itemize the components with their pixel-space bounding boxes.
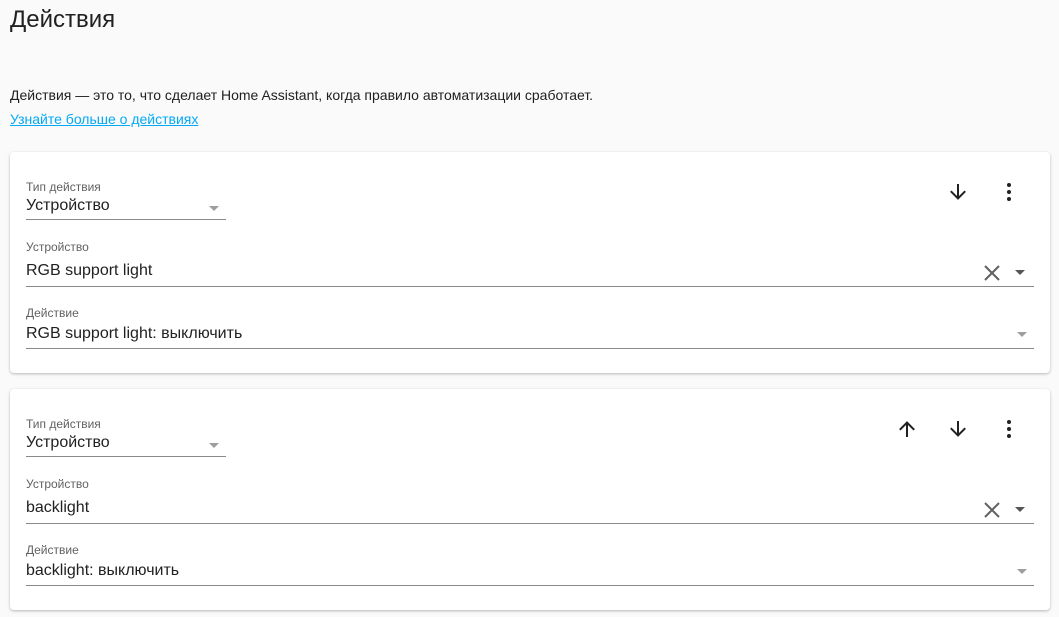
dropdown-arrow-icon[interactable] xyxy=(1015,270,1025,275)
arrow-up-icon xyxy=(899,421,915,437)
close-icon xyxy=(984,502,1000,518)
action-type-value: Устройство xyxy=(26,434,110,451)
device-value: backlight xyxy=(26,499,90,516)
device-action-label: Действие xyxy=(26,306,79,320)
dropdown-arrow-icon xyxy=(1017,569,1027,574)
field-underline xyxy=(26,219,226,220)
device-action-select[interactable]: Действие backlight: выключить xyxy=(26,543,1034,586)
move-up-button[interactable] xyxy=(887,409,927,449)
clear-device-button[interactable] xyxy=(980,498,1004,522)
device-action-label: Действие xyxy=(26,543,79,557)
action-card-2: Тип действия Устройство Устройство backl… xyxy=(10,389,1050,610)
action-type-label: Тип действия xyxy=(26,417,101,431)
dropdown-arrow-icon xyxy=(209,443,219,448)
field-underline xyxy=(26,348,1034,349)
action-type-value: Устройство xyxy=(26,197,110,214)
action-card-1: Тип действия Устройство Устройство RGB s… xyxy=(10,152,1050,373)
device-label: Устройство xyxy=(26,477,89,491)
more-vert-icon xyxy=(1007,420,1011,438)
device-value: RGB support light xyxy=(26,262,153,279)
arrow-down-icon xyxy=(950,421,966,437)
action-type-select[interactable]: Тип действия Устройство xyxy=(26,180,226,220)
device-action-value: backlight: выключить xyxy=(26,562,180,579)
field-underline xyxy=(26,523,1034,524)
device-action-value: RGB support light: выключить xyxy=(26,325,243,342)
dropdown-arrow-icon xyxy=(1017,332,1027,337)
more-options-button[interactable] xyxy=(989,409,1029,449)
field-underline xyxy=(26,585,1034,586)
action-type-select[interactable]: Тип действия Устройство xyxy=(26,417,226,457)
actions-description: Действия — это то, что сделает Home Assi… xyxy=(10,87,594,103)
field-underline xyxy=(26,286,1034,287)
device-label: Устройство xyxy=(26,240,89,254)
move-down-button[interactable] xyxy=(938,172,978,212)
more-options-button[interactable] xyxy=(989,172,1029,212)
dropdown-arrow-icon[interactable] xyxy=(1015,507,1025,512)
clear-device-button[interactable] xyxy=(980,261,1004,285)
device-select[interactable]: Устройство RGB support light xyxy=(26,240,1034,287)
action-type-label: Тип действия xyxy=(26,180,101,194)
more-vert-icon xyxy=(1007,183,1011,201)
device-select[interactable]: Устройство backlight xyxy=(26,477,1034,524)
device-action-select[interactable]: Действие RGB support light: выключить xyxy=(26,306,1034,349)
move-down-button[interactable] xyxy=(938,409,978,449)
field-underline xyxy=(26,456,226,457)
learn-more-link[interactable]: Узнайте больше о действиях xyxy=(10,111,198,127)
arrow-down-icon xyxy=(950,184,966,200)
close-icon xyxy=(984,265,1000,281)
dropdown-arrow-icon xyxy=(209,206,219,211)
page-title: Действия xyxy=(10,6,116,33)
